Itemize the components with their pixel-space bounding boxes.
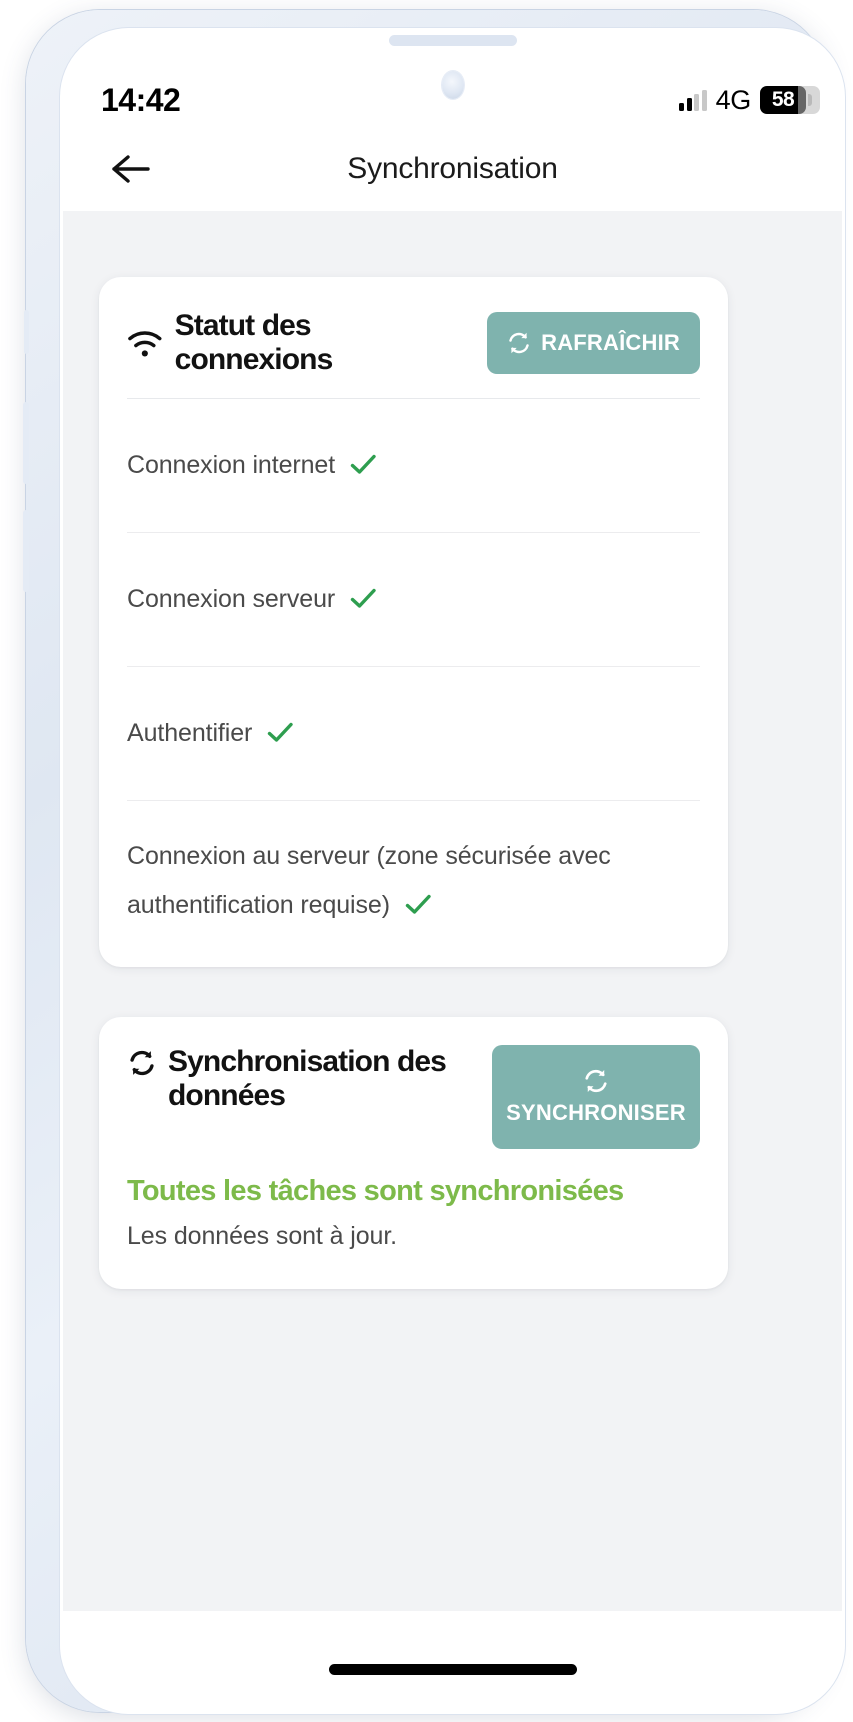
refresh-icon xyxy=(585,1069,607,1093)
silent-switch[interactable] xyxy=(24,310,29,354)
network-type-label: 4G xyxy=(715,84,752,115)
connection-row-text: Connexion internet xyxy=(127,441,377,490)
sync-status-heading: Toutes les tâches sont synchronisées xyxy=(127,1175,624,1207)
check-icon xyxy=(405,894,431,914)
app-bar: Synchronisation xyxy=(63,127,842,211)
home-indicator[interactable] xyxy=(328,1664,577,1675)
connection-row-label: Authentifier xyxy=(127,719,253,748)
volume-up-button[interactable] xyxy=(23,402,29,484)
connection-row-text: Authentifier xyxy=(127,709,294,758)
signal-bars-icon xyxy=(679,89,707,111)
phone-screen: 14:42 4G 58 Synchronisation Statut des c… xyxy=(63,31,842,1711)
connections-card-title: Statut des connexions xyxy=(174,309,334,376)
synchronize-button-label: SYNCHRONISER xyxy=(506,1100,686,1125)
back-button[interactable] xyxy=(105,143,157,195)
data-sync-card: Synchronisation des données SYNCHRONISER xyxy=(99,1017,728,1289)
battery-level-label: 58 xyxy=(771,88,795,111)
connection-row-label: Connexion internet xyxy=(127,451,336,480)
connections-card-header: Statut des connexions RAFRAÎCHIR xyxy=(127,277,700,398)
volume-down-button[interactable] xyxy=(23,510,29,592)
status-indicators: 4G 58 xyxy=(679,84,820,116)
synchronize-button[interactable]: SYNCHRONISER xyxy=(492,1045,700,1149)
check-icon xyxy=(350,455,376,475)
connections-status-card: Statut des connexions RAFRAÎCHIR Connexi… xyxy=(99,277,728,967)
check-icon xyxy=(267,723,293,743)
refresh-button-label: RAFRAÎCHIR xyxy=(541,329,680,355)
check-icon xyxy=(350,589,376,609)
connection-row: Connexion serveur xyxy=(127,533,700,668)
earpiece-speaker xyxy=(388,35,517,46)
connection-row: Connexion au serveur (zone sécurisée ave… xyxy=(127,801,700,961)
page-title: Synchronisation xyxy=(347,152,558,185)
wifi-icon xyxy=(128,330,162,357)
phone-device-frame: 14:42 4G 58 Synchronisation Statut des c… xyxy=(23,10,842,1712)
sync-title-group: Synchronisation des données xyxy=(127,1045,487,1112)
refresh-button[interactable]: RAFRAÎCHIR xyxy=(487,311,700,374)
arrow-left-icon xyxy=(112,155,150,183)
connection-row-label: Connexion serveur xyxy=(127,585,336,614)
scroll-content[interactable]: Statut des connexions RAFRAÎCHIR Connexi… xyxy=(63,211,842,1611)
connection-row: Authentifier xyxy=(127,667,700,802)
connection-row-text: Connexion au serveur (zone sécurisée ave… xyxy=(127,832,700,930)
sync-card-title: Synchronisation des données xyxy=(168,1045,447,1112)
status-time: 14:42 xyxy=(101,81,181,118)
battery-icon: 58 xyxy=(760,86,820,114)
status-bar: 14:42 4G 58 xyxy=(63,73,842,127)
refresh-icon xyxy=(130,1050,154,1076)
sync-card-header: Synchronisation des données SYNCHRONISER xyxy=(127,1017,700,1149)
connection-row: Connexion internet xyxy=(127,399,700,534)
refresh-icon xyxy=(509,332,529,353)
battery-clipped-edge xyxy=(798,86,820,114)
connections-title-group: Statut des connexions xyxy=(127,309,473,376)
phone-bezel: 14:42 4G 58 Synchronisation Statut des c… xyxy=(63,31,842,1711)
sync-status-detail: Les données sont à jour. xyxy=(127,1222,398,1250)
connection-row-label: Connexion au serveur (zone sécurisée ave… xyxy=(127,842,611,920)
connection-row-text: Connexion serveur xyxy=(127,575,377,624)
